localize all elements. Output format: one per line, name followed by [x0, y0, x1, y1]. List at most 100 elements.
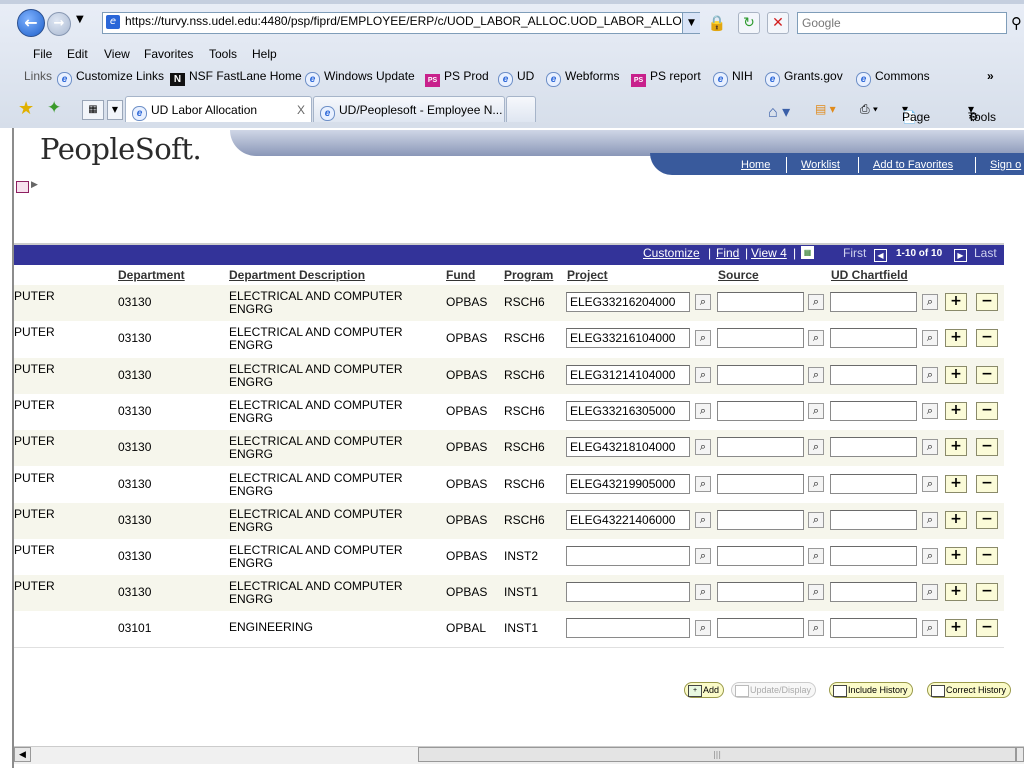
project-input[interactable]: [566, 582, 690, 602]
scroll-left-icon[interactable]: ◀: [14, 747, 31, 762]
lookup-icon[interactable]: ⌕: [808, 476, 824, 492]
column-header-department-description[interactable]: Department Description: [229, 268, 365, 282]
lookup-icon[interactable]: ⌕: [808, 584, 824, 600]
lookup-icon[interactable]: ⌕: [695, 330, 711, 346]
project-input[interactable]: ELEG33216305000: [566, 401, 690, 421]
delete-row-button[interactable]: −: [976, 366, 998, 384]
ud-chartfield-input[interactable]: [830, 546, 917, 566]
menu-toggle-icon[interactable]: [16, 181, 29, 193]
page-menu[interactable]: 📄 Page ▾: [902, 102, 930, 124]
home-link[interactable]: Home: [741, 159, 770, 171]
ud-chartfield-input[interactable]: [830, 474, 917, 494]
find-link[interactable]: Find: [716, 246, 739, 260]
next-arrow-icon[interactable]: ▶: [954, 246, 967, 262]
add-row-button[interactable]: +: [945, 475, 967, 493]
lookup-icon[interactable]: ⌕: [922, 584, 938, 600]
menu-tools[interactable]: Tools: [209, 47, 237, 61]
delete-row-button[interactable]: −: [976, 619, 998, 637]
source-input[interactable]: [717, 618, 804, 638]
lookup-icon[interactable]: ⌕: [695, 439, 711, 455]
back-button[interactable]: ←: [17, 9, 45, 37]
stop-button[interactable]: ✕: [767, 12, 789, 34]
column-header-program[interactable]: Program: [504, 268, 553, 282]
lookup-icon[interactable]: ⌕: [695, 403, 711, 419]
sign-out-link[interactable]: Sign o: [990, 159, 1021, 171]
ud-chartfield-input[interactable]: [830, 401, 917, 421]
lookup-icon[interactable]: ⌕: [695, 584, 711, 600]
link-ps-prod[interactable]: PS PS Prod: [425, 69, 489, 87]
lookup-icon[interactable]: ⌕: [808, 403, 824, 419]
delete-row-button[interactable]: −: [976, 547, 998, 565]
delete-row-button[interactable]: −: [976, 402, 998, 420]
column-header-ud-chartfield[interactable]: UD Chartfield: [831, 268, 908, 282]
lookup-icon[interactable]: ⌕: [808, 330, 824, 346]
lookup-icon[interactable]: ⌕: [808, 439, 824, 455]
column-header-project[interactable]: Project: [567, 268, 608, 282]
lookup-icon[interactable]: ⌕: [808, 367, 824, 383]
link-ps-report[interactable]: PS PS report: [631, 69, 701, 87]
source-input[interactable]: [717, 510, 804, 530]
home-icon[interactable]: ⌂ ▾: [768, 102, 790, 122]
add-row-button[interactable]: +: [945, 583, 967, 601]
menu-edit[interactable]: Edit: [67, 47, 88, 61]
project-input[interactable]: ELEG31214104000: [566, 365, 690, 385]
source-input[interactable]: [717, 401, 804, 421]
delete-row-button[interactable]: −: [976, 475, 998, 493]
address-dropdown-icon[interactable]: ▼: [682, 13, 700, 33]
lookup-icon[interactable]: ⌕: [922, 294, 938, 310]
lookup-icon[interactable]: ⌕: [922, 476, 938, 492]
ud-chartfield-input[interactable]: [830, 618, 917, 638]
lookup-icon[interactable]: ⌕: [695, 620, 711, 636]
link-customize[interactable]: e Customize Links: [57, 69, 164, 87]
expand-arrow-icon[interactable]: ▶: [31, 180, 38, 190]
project-input[interactable]: ELEG43218104000: [566, 437, 690, 457]
worklist-link[interactable]: Worklist: [801, 159, 840, 171]
ud-chartfield-input[interactable]: [830, 328, 917, 348]
add-row-button[interactable]: +: [945, 619, 967, 637]
source-input[interactable]: [717, 474, 804, 494]
lookup-icon[interactable]: ⌕: [922, 367, 938, 383]
first-link[interactable]: First: [843, 246, 866, 260]
add-favorite-icon[interactable]: ✦: [47, 98, 61, 118]
lookup-icon[interactable]: ⌕: [695, 367, 711, 383]
print-icon[interactable]: ⎙ ▾: [860, 102, 878, 117]
delete-row-button[interactable]: −: [976, 293, 998, 311]
ud-chartfield-input[interactable]: [830, 437, 917, 457]
previous-arrow-icon[interactable]: ◀: [874, 246, 887, 262]
quick-tabs-icon[interactable]: ▦: [82, 100, 104, 120]
menu-file[interactable]: File: [33, 47, 52, 61]
feeds-icon[interactable]: ▤ ▾: [815, 102, 836, 116]
project-input[interactable]: ELEG43221406000: [566, 510, 690, 530]
tab-ud-labor-allocation[interactable]: e UD Labor Allocation X: [125, 96, 312, 122]
ud-chartfield-input[interactable]: [830, 292, 917, 312]
lock-icon[interactable]: 🔒: [706, 12, 728, 34]
lookup-icon[interactable]: ⌕: [695, 548, 711, 564]
lookup-icon[interactable]: ⌕: [808, 620, 824, 636]
column-header-department[interactable]: Department: [118, 268, 185, 282]
delete-row-button[interactable]: −: [976, 511, 998, 529]
lookup-icon[interactable]: ⌕: [922, 512, 938, 528]
add-row-button[interactable]: +: [945, 293, 967, 311]
close-tab-icon[interactable]: X: [297, 97, 305, 122]
add-to-favorites-link[interactable]: Add to Favorites: [873, 159, 953, 171]
tab-employee[interactable]: e UD/Peoplesoft - Employee N...: [313, 96, 505, 122]
source-input[interactable]: [717, 292, 804, 312]
link-webforms[interactable]: e Webforms: [546, 69, 619, 87]
delete-row-button[interactable]: −: [976, 438, 998, 456]
correct-history-button[interactable]: Correct History: [927, 682, 1012, 698]
lookup-icon[interactable]: ⌕: [808, 548, 824, 564]
scrollbar-thumb[interactable]: |||: [418, 747, 1016, 762]
delete-row-button[interactable]: −: [976, 329, 998, 347]
link-windows-update[interactable]: e Windows Update: [305, 69, 415, 87]
lookup-icon[interactable]: ⌕: [808, 294, 824, 310]
project-input[interactable]: ELEG43219905000: [566, 474, 690, 494]
update-display-button[interactable]: Update/Display: [731, 682, 817, 698]
include-history-button[interactable]: Include History: [829, 682, 913, 698]
add-row-button[interactable]: +: [945, 547, 967, 565]
forward-button[interactable]: →: [47, 12, 71, 36]
column-header-source[interactable]: Source: [718, 268, 759, 282]
link-ud[interactable]: e UD: [498, 69, 534, 87]
add-button[interactable]: + Add: [684, 682, 725, 698]
lookup-icon[interactable]: ⌕: [695, 294, 711, 310]
favorites-star-icon[interactable]: ★: [18, 98, 34, 119]
